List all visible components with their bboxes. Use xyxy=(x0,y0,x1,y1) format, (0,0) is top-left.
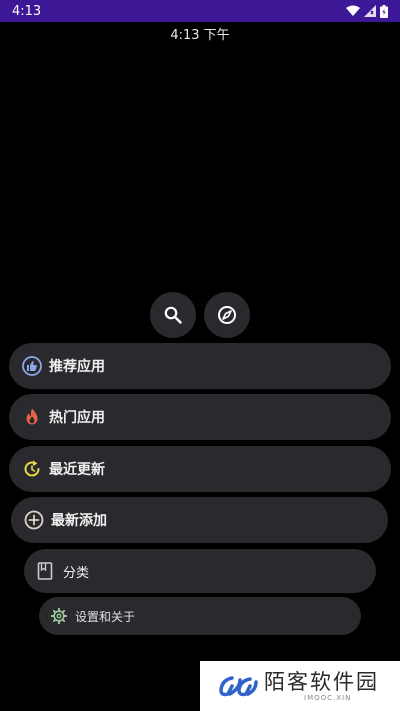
signal-icon xyxy=(364,5,376,17)
compass-icon xyxy=(218,306,236,324)
search-icon xyxy=(164,306,182,324)
menu-label-settings: 设置和关于 xyxy=(75,609,136,624)
search-button[interactable] xyxy=(150,292,196,338)
thumbs-up-icon xyxy=(22,356,42,376)
watermark-subtitle: IMOOC.XIN xyxy=(304,694,352,702)
menu-item-recent-updates[interactable]: 最近更新 xyxy=(9,446,391,492)
flame-icon xyxy=(22,407,42,427)
status-icons xyxy=(346,4,388,18)
battery-icon xyxy=(380,4,388,18)
compass-button[interactable] xyxy=(204,292,250,338)
clock-text: 4:13 下午 xyxy=(170,28,230,43)
watermark-logo-icon xyxy=(219,676,258,697)
watermark-title: 陌客软件园 xyxy=(264,670,379,694)
status-bar: 4:13 xyxy=(0,0,400,22)
add-circle-icon xyxy=(24,510,44,530)
menu-label-recommended: 推荐应用 xyxy=(49,359,105,375)
menu-label-popular: 热门应用 xyxy=(49,410,105,426)
menu-item-recommended[interactable]: 推荐应用 xyxy=(9,343,391,389)
menu-label-recently-added: 最新添加 xyxy=(51,513,107,529)
menu-label-recent-updates: 最近更新 xyxy=(49,462,105,478)
gear-icon xyxy=(51,608,67,624)
menu-item-recently-added[interactable]: 最新添加 xyxy=(11,497,388,543)
menu-label-categories: 分类 xyxy=(63,565,90,581)
menu-item-categories[interactable]: 分类 xyxy=(24,549,376,593)
status-time: 4:13 xyxy=(12,3,42,19)
wifi-icon xyxy=(346,5,360,16)
refresh-icon xyxy=(22,459,42,479)
menu-item-popular[interactable]: 热门应用 xyxy=(9,394,391,440)
book-icon xyxy=(37,562,53,580)
watermark-banner: 陌客软件园 IMOOC.XIN xyxy=(200,661,400,711)
menu-item-settings[interactable]: 设置和关于 xyxy=(39,597,361,635)
